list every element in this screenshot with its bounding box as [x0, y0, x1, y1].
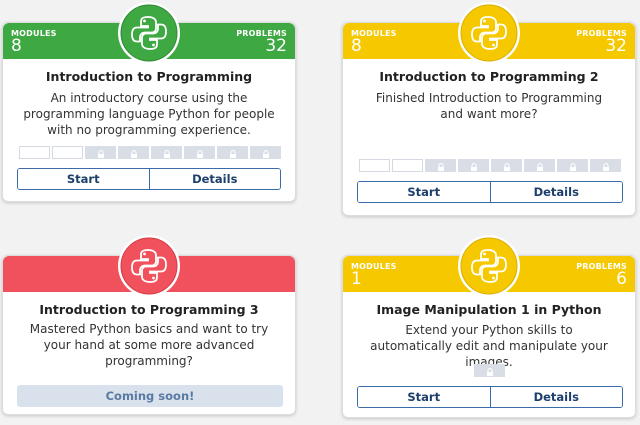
progress-segment-locked: [491, 159, 522, 172]
card-actions: Start Details: [357, 181, 623, 203]
course-title: Introduction to Programming: [45, 69, 253, 84]
lock-icon: [570, 163, 576, 171]
lock-icon: [98, 150, 104, 158]
modules-count: 1: [351, 269, 362, 289]
course-card-intro-3: Introduction to Programming 3 Mastered P…: [2, 235, 296, 415]
lock-icon: [230, 150, 236, 158]
lock-icon: [131, 150, 137, 158]
start-button[interactable]: Start: [18, 169, 149, 189]
progress-segment-locked: [118, 146, 149, 159]
modules-count: 8: [11, 36, 22, 56]
progress-segment-locked: [458, 159, 489, 172]
lock-icon: [537, 163, 543, 171]
progress-segment-open: [52, 146, 83, 159]
course-description: Extend your Python skills to automatical…: [370, 323, 608, 369]
python-logo-icon: [118, 235, 180, 297]
lock-icon: [487, 368, 493, 376]
progress-segment-locked: [425, 159, 456, 172]
course-card-image-manipulation: MODULES 1 PROBLEMS 6 Image Manipulation …: [342, 235, 636, 418]
python-logo-icon: [458, 2, 520, 64]
problems-count: 32: [605, 36, 627, 56]
card-actions: Start Details: [17, 168, 281, 190]
course-card-intro-2: MODULES 8 PROBLEMS 32 Introduction to Pr…: [342, 2, 636, 216]
course-description: Finished Introduction to Programming and…: [375, 91, 603, 121]
module-progress: [359, 159, 621, 172]
module-progress: [19, 146, 281, 159]
progress-segment-open: [359, 159, 390, 172]
python-logo-icon: [458, 235, 520, 297]
course-description: Mastered Python basics and want to try y…: [29, 322, 269, 368]
problems-count: 32: [265, 36, 287, 56]
progress-segment-locked: [557, 159, 588, 172]
details-button[interactable]: Details: [148, 169, 280, 189]
python-logo-icon: [118, 2, 180, 64]
lock-icon: [164, 150, 170, 158]
progress-segment-locked: [85, 146, 116, 159]
progress-segment-locked: [590, 159, 621, 172]
problems-count: 6: [616, 269, 627, 289]
progress-segment-open: [19, 146, 50, 159]
start-button[interactable]: Start: [358, 182, 490, 202]
progress-segment-locked: [250, 146, 281, 159]
progress-segment-open: [392, 159, 423, 172]
progress-segment-locked: [184, 146, 215, 159]
lock-icon: [263, 150, 269, 158]
coming-soon-button: Coming soon!: [17, 385, 283, 407]
course-title: Introduction to Programming 3: [39, 302, 259, 317]
lock-icon: [504, 163, 510, 171]
progress-segment-locked: [217, 146, 248, 159]
progress-segment-locked: [524, 159, 555, 172]
lock-icon: [471, 163, 477, 171]
course-description: An introductory course using the program…: [23, 91, 275, 137]
course-title: Image Manipulation 1 in Python: [376, 302, 602, 317]
start-button[interactable]: Start: [358, 387, 490, 407]
details-button[interactable]: Details: [489, 387, 622, 407]
lock-icon: [438, 163, 444, 171]
module-progress: [474, 364, 505, 377]
card-actions: Start Details: [357, 386, 623, 408]
details-button[interactable]: Details: [489, 182, 622, 202]
course-title: Introduction to Programming 2: [379, 69, 599, 84]
modules-count: 8: [351, 36, 362, 56]
course-card-intro-1: MODULES 8 PROBLEMS 32 Introduction to Pr…: [2, 2, 296, 202]
progress-segment-locked: [151, 146, 182, 159]
progress-segment-locked: [474, 364, 505, 377]
lock-icon: [603, 163, 609, 171]
lock-icon: [197, 150, 203, 158]
